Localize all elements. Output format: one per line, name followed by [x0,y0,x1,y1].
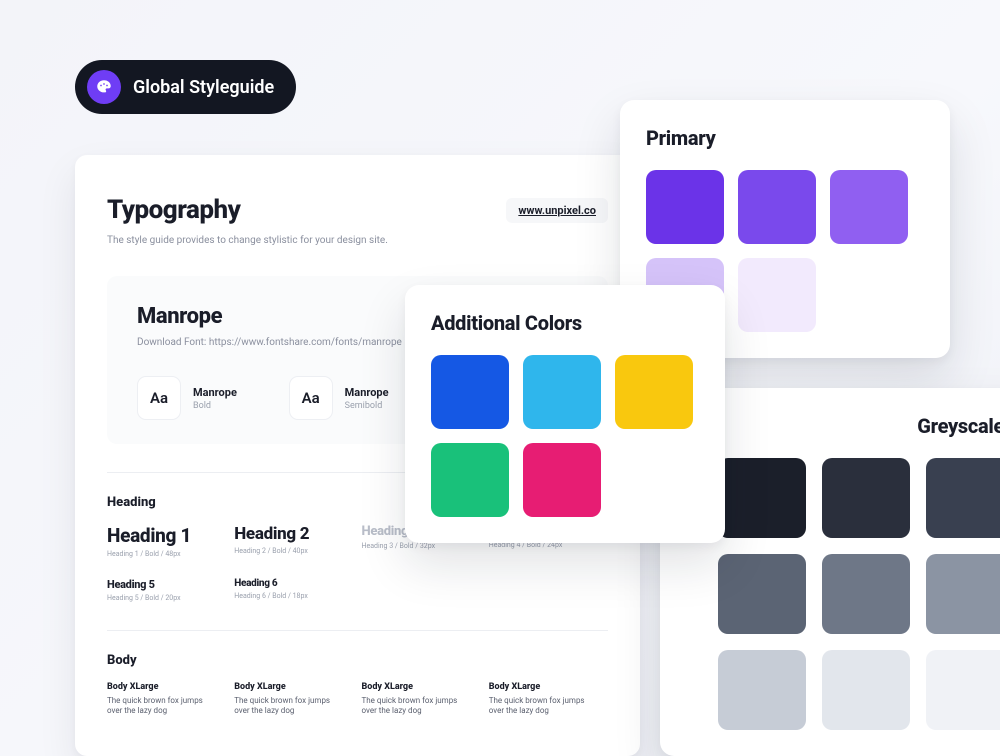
swatch [431,443,509,517]
swatch [822,554,910,634]
body-example: Body XLargeThe quick brown fox jumps ove… [362,682,481,717]
font-preview-icon: Aa [137,376,181,420]
swatch [738,170,816,244]
font-label: Manrope [193,386,237,399]
swatch [926,554,1000,634]
body-example: Body XLargeThe quick brown fox jumps ove… [107,682,226,717]
badge-label: Global Styleguide [133,77,274,98]
swatch [718,554,806,634]
body-section-title: Body [107,653,608,668]
swatch [523,355,601,429]
badge: Global Styleguide [75,60,296,114]
swatch [523,443,601,517]
font-weight-chip: Aa Manrope Bold [137,376,275,420]
typography-subtitle: The style guide provides to change styli… [107,235,608,246]
swatch [822,650,910,730]
card-title: Additional Colors [431,311,699,335]
swatch [738,258,816,332]
additional-colors-card: Additional Colors [405,285,725,543]
font-preview-icon: Aa [289,376,333,420]
card-title: Greyscale [686,414,1000,438]
swatch [615,355,693,429]
swatch [718,458,806,538]
font-label: Manrope [345,386,389,399]
font-weight-label: Bold [193,401,237,411]
card-title: Primary [646,126,924,150]
swatch [926,650,1000,730]
heading-example: Heading 6Heading 6 / Bold / 18px [234,578,353,602]
site-link[interactable]: www.unpixel.co [506,198,608,223]
swatch [431,355,509,429]
heading-example: Heading 1Heading 1 / Bold / 48px [107,524,226,558]
swatch [718,650,806,730]
swatch [646,170,724,244]
swatch [830,170,908,244]
swatch [822,458,910,538]
heading-example: Heading 2Heading 2 / Bold / 40px [234,524,353,558]
body-example: Body XLargeThe quick brown fox jumps ove… [234,682,353,717]
swatch [926,458,1000,538]
typography-title: Typography [107,195,240,225]
heading-example: Heading 5Heading 5 / Bold / 20px [107,578,226,602]
body-example: Body XLargeThe quick brown fox jumps ove… [489,682,608,717]
divider [107,630,608,631]
font-weight-label: Semibold [345,401,389,411]
palette-icon [87,70,121,104]
